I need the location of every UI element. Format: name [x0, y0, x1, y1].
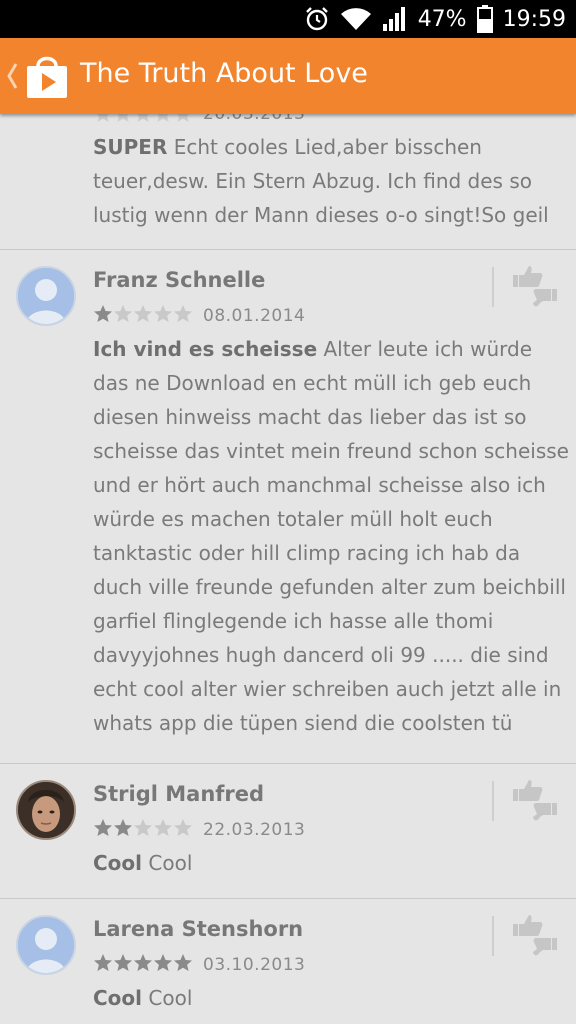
review-date: 22.03.2013 [203, 820, 306, 840]
thumbs-up-down-icon [513, 266, 557, 307]
battery-icon [476, 5, 493, 33]
review-text: Alter leute ich würde das ne Download en… [93, 337, 569, 735]
thumbs-up-down-icon [513, 915, 557, 956]
review-item: Franz Schnelle 08.01.2014 Ich vind es sc… [0, 249, 576, 764]
review-title: SUPER [93, 135, 168, 159]
review-item: Strigl Manfred 22.03.2013 Cool Cool [0, 763, 576, 899]
review-body: Cool Cool [93, 846, 571, 880]
review-title: Ich vind es scheisse [93, 337, 318, 361]
alarm-icon [304, 6, 330, 32]
review-text: Cool [148, 986, 193, 1010]
review-date: 08.01.2014 [203, 306, 306, 326]
play-store-icon [27, 56, 67, 98]
battery-percent: 47% [417, 6, 467, 32]
action-bar: The Truth About Love [0, 38, 576, 114]
review-date: 20.03.2013 [203, 114, 306, 124]
review-text: Cool [148, 851, 193, 875]
thumbs-up-down-icon [513, 780, 557, 821]
review-item: Larena Stenshorn 03.10.2013 Cool Cool [0, 898, 576, 1024]
clock: 19:59 [502, 6, 566, 32]
review-title: Cool [93, 986, 143, 1010]
up-button[interactable] [0, 38, 76, 114]
star-rating [93, 304, 193, 324]
star-rating [93, 818, 193, 838]
avatar [16, 780, 76, 840]
review-date: 03.10.2013 [203, 955, 306, 975]
reviewer-name: Franz Schnelle [93, 268, 266, 292]
star-rating [93, 953, 193, 973]
page-title: The Truth About Love [80, 58, 368, 89]
divider [492, 916, 494, 956]
review-title: Cool [93, 851, 143, 875]
signal-icon [382, 6, 408, 32]
helpfulness-button[interactable] [510, 265, 560, 309]
reviewer-name: Strigl Manfred [93, 782, 265, 806]
avatar [16, 266, 76, 326]
chevron-left-icon [7, 63, 18, 89]
wifi-icon [340, 6, 372, 32]
avatar [16, 915, 76, 975]
helpfulness-button[interactable] [510, 779, 560, 823]
review-body: Cool Cool [93, 981, 571, 1015]
reviews-list[interactable]: 20.03.2013 SUPER Echt cooles Lied,aber b… [0, 114, 576, 1024]
status-bar: 47% 19:59 [0, 0, 576, 38]
helpfulness-button[interactable] [510, 914, 560, 958]
divider [492, 781, 494, 821]
review-body: SUPER Echt cooles Lied,aber bisschen teu… [93, 130, 571, 232]
reviewer-name: Larena Stenshorn [93, 917, 304, 941]
review-item: 20.03.2013 SUPER Echt cooles Lied,aber b… [0, 114, 576, 250]
review-body: Ich vind es scheisse Alter leute ich wür… [93, 332, 571, 740]
star-rating [93, 114, 193, 124]
divider [492, 267, 494, 307]
